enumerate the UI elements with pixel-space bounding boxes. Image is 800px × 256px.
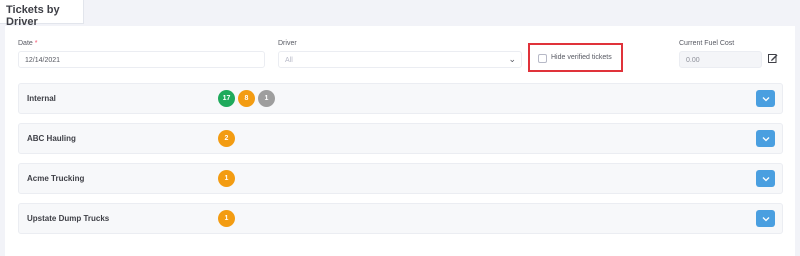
driver-name: Internal [27, 94, 56, 103]
driver-select[interactable]: All ⌄ [278, 51, 522, 68]
chevron-down-icon [762, 136, 769, 141]
hide-verified-highlight: Hide verified tickets [528, 43, 623, 72]
chevron-down-icon: ⌄ [508, 54, 516, 64]
ticket-count-badge: 1 [218, 170, 235, 187]
fuel-cost-label: Current Fuel Cost [679, 40, 735, 47]
page-title-tab[interactable]: Tickets by Driver [0, 0, 84, 28]
driver-select-value: All [285, 57, 293, 64]
driver-label: Driver [278, 40, 297, 47]
ticket-badges: 1 [218, 210, 235, 227]
hide-verified-label[interactable]: Hide verified tickets [551, 54, 612, 61]
driver-row-abc-hauling[interactable]: ABC Hauling 2 [18, 123, 783, 154]
driver-row-acme-trucking[interactable]: Acme Trucking 1 [18, 163, 783, 194]
expand-button[interactable] [756, 130, 775, 147]
date-label: Date * [18, 40, 38, 47]
expand-button[interactable] [756, 90, 775, 107]
ticket-count-badge: 1 [258, 90, 275, 107]
ticket-count-badge: 2 [218, 130, 235, 147]
driver-row-internal[interactable]: Internal 17 8 1 [18, 83, 783, 114]
expand-button[interactable] [756, 170, 775, 187]
ticket-badges: 1 [218, 170, 235, 187]
page-title: Tickets by Driver [6, 4, 60, 28]
driver-name: ABC Hauling [27, 134, 76, 143]
ticket-count-badge: 17 [218, 90, 235, 107]
chevron-down-icon [762, 176, 769, 181]
ticket-badges: 2 [218, 130, 235, 147]
ticket-badges: 17 8 1 [218, 90, 275, 107]
fuel-cost-input: 0.00 [679, 51, 762, 68]
ticket-count-badge: 8 [238, 90, 255, 107]
chevron-down-icon [762, 216, 769, 221]
required-mark: * [34, 40, 38, 47]
expand-button[interactable] [756, 210, 775, 227]
driver-name: Upstate Dump Trucks [27, 214, 110, 223]
date-input[interactable]: 12/14/2021 [18, 51, 265, 68]
chevron-down-icon [762, 96, 769, 101]
edit-icon[interactable] [768, 53, 778, 63]
driver-row-upstate-dump-trucks[interactable]: Upstate Dump Trucks 1 [18, 203, 783, 234]
ticket-count-badge: 1 [218, 210, 235, 227]
driver-name: Acme Trucking [27, 174, 85, 183]
hide-verified-checkbox[interactable] [538, 54, 547, 63]
